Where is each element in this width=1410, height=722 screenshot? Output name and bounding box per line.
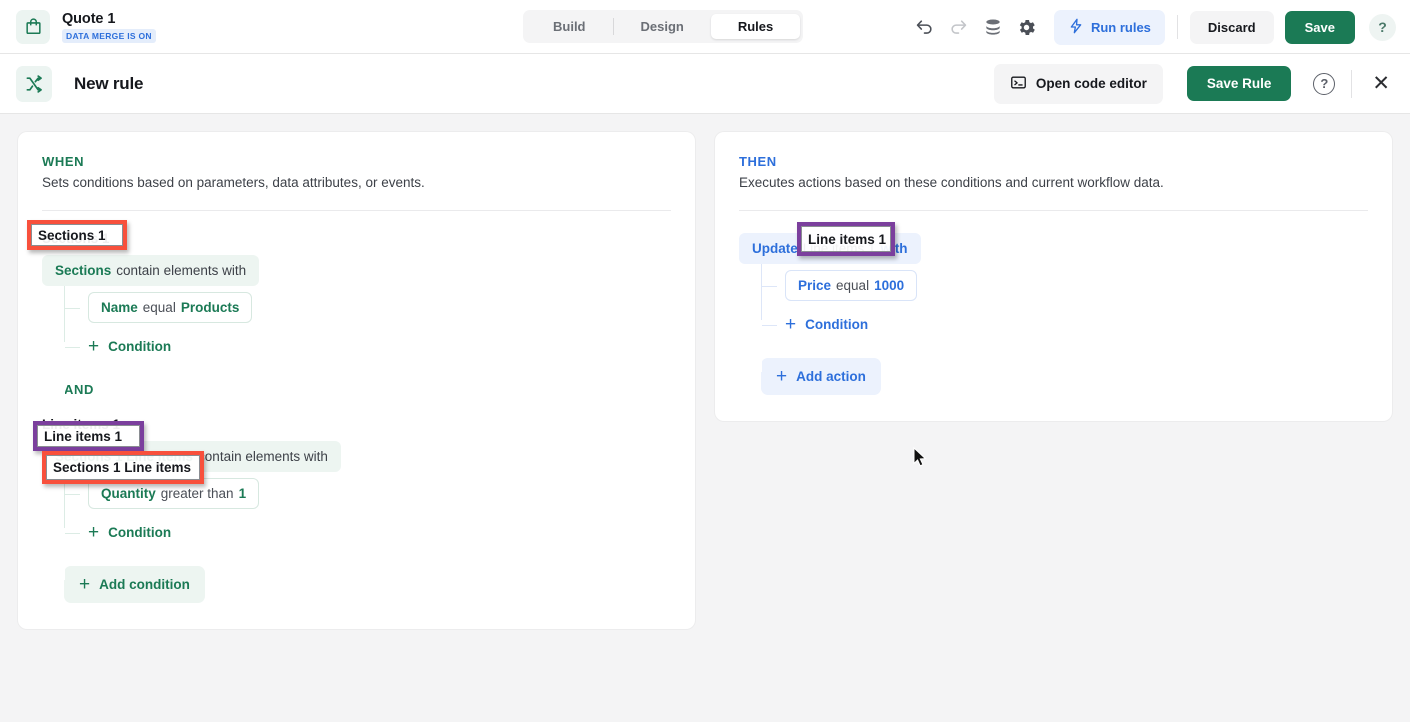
condition-chip-name[interactable]: Name equal Products: [88, 292, 252, 323]
add-condition-row-1: + Condition: [88, 329, 671, 364]
terminal-icon: [1010, 74, 1027, 94]
when-label: WHEN: [42, 154, 671, 169]
group-title-line-items-1: Line items 1: [42, 417, 120, 432]
rule-workspace: WHEN Sets conditions based on parameters…: [0, 114, 1410, 647]
open-code-editor-label: Open code editor: [1036, 76, 1147, 91]
action-operator: equal: [836, 278, 869, 293]
run-rules-button[interactable]: Run rules: [1054, 10, 1165, 45]
action-chip-price[interactable]: Price equal 1000: [785, 270, 917, 301]
condition-row: Quantity greater than 1: [88, 472, 671, 515]
condition-root-key-1: Sections: [55, 263, 111, 278]
add-action-button-label: Add action: [796, 369, 866, 384]
logical-operator-and: AND: [64, 382, 671, 397]
add-condition-button[interactable]: + Add condition: [64, 566, 205, 603]
action-group-1: Update Line items 1 with Price equal 100…: [739, 233, 1368, 395]
top-toolbar: Quote 1 DATA MERGE IS ON Build Design Ru…: [0, 0, 1410, 54]
add-condition-inline-2[interactable]: + Condition: [88, 521, 171, 544]
page-title: Quote 1: [62, 11, 156, 27]
tab-rules[interactable]: Rules: [711, 14, 800, 39]
mode-segmented-control[interactable]: Build Design Rules: [523, 10, 803, 43]
action-tree-1: Price equal 1000 + Condition: [761, 264, 1368, 342]
condition-tree-1: Name equal Products + Condition: [64, 286, 671, 364]
save-button[interactable]: Save: [1285, 11, 1355, 44]
condition-key: Name: [101, 300, 138, 315]
plus-icon: +: [79, 575, 90, 594]
add-action-condition-row: + Condition: [785, 307, 1368, 342]
plus-icon: +: [88, 523, 99, 542]
add-action-button[interactable]: + Add action: [761, 358, 881, 395]
rule-name: New rule: [74, 74, 143, 94]
data-merge-badge: DATA MERGE IS ON: [62, 29, 156, 43]
discard-button[interactable]: Discard: [1190, 11, 1274, 44]
condition-group-2: Line items 1 Sections 1 Line items conta…: [42, 397, 671, 550]
condition-root-key-2: Sections 1 Line items: [55, 449, 193, 464]
add-condition-inline-label-1: Condition: [108, 339, 171, 354]
top-toolbar-actions: Run rules Discard Save ?: [908, 0, 1396, 54]
condition-value: Products: [181, 300, 240, 315]
condition-chip-quantity[interactable]: Quantity greater than 1: [88, 478, 259, 509]
tab-build[interactable]: Build: [526, 14, 613, 39]
condition-root-chip-2[interactable]: Sections 1 Line items contain elements w…: [42, 441, 341, 472]
condition-root-rest-2: contain elements with: [198, 449, 328, 464]
condition-group-1: Sections 1 Sections contain elements wit…: [42, 211, 671, 364]
lightning-bolt-icon: [1068, 18, 1084, 37]
shopping-bag-icon: [16, 10, 50, 44]
action-root-chip[interactable]: Update Line items 1 with: [739, 233, 921, 264]
action-root-target: Line items 1: [803, 241, 876, 256]
header-divider: [1351, 70, 1352, 98]
run-rules-label: Run rules: [1091, 20, 1151, 35]
add-condition-row-2: + Condition: [88, 515, 671, 550]
action-row: Price equal 1000: [785, 264, 1368, 307]
condition-value: 1: [239, 486, 247, 501]
rule-header-bar: New rule Open code editor Save Rule ? ✕: [0, 54, 1410, 114]
condition-row: Name equal Products: [88, 286, 671, 329]
condition-operator: greater than: [161, 486, 234, 501]
add-condition-inline-1[interactable]: + Condition: [88, 335, 171, 358]
add-condition-button-label: Add condition: [99, 577, 190, 592]
rule-header-actions: Open code editor Save Rule ? ✕: [994, 64, 1394, 104]
condition-key: Quantity: [101, 486, 156, 501]
plus-icon: +: [776, 367, 787, 386]
help-button[interactable]: ?: [1369, 14, 1396, 41]
then-label: THEN: [739, 154, 1368, 169]
condition-root-rest-1: contain elements with: [116, 263, 246, 278]
condition-operator: equal: [143, 300, 176, 315]
add-condition-inline-label-2: Condition: [108, 525, 171, 540]
condition-tree-2: Quantity greater than 1 + Condition: [64, 472, 671, 550]
close-icon[interactable]: ✕: [1368, 69, 1394, 98]
add-action-condition-label: Condition: [805, 317, 868, 332]
shuffle-arrows-icon: [16, 66, 52, 102]
then-panel: THEN Executes actions based on these con…: [715, 132, 1392, 421]
group-title-sections-1: Sections 1: [42, 231, 110, 246]
undo-icon[interactable]: [908, 10, 942, 44]
when-description: Sets conditions based on parameters, dat…: [42, 175, 671, 190]
redo-icon[interactable]: [942, 10, 976, 44]
toolbar-divider: [1177, 15, 1178, 39]
gear-icon[interactable]: [1010, 10, 1044, 44]
database-icon[interactable]: [976, 10, 1010, 44]
action-value: 1000: [874, 278, 904, 293]
action-root-key: Update: [752, 241, 798, 256]
save-rule-button[interactable]: Save Rule: [1187, 66, 1292, 101]
brand-block: Quote 1 DATA MERGE IS ON: [0, 10, 156, 44]
when-panel: WHEN Sets conditions based on parameters…: [18, 132, 695, 629]
then-description: Executes actions based on these conditio…: [739, 175, 1368, 190]
plus-icon: +: [88, 337, 99, 356]
condition-root-chip-1[interactable]: Sections contain elements with: [42, 255, 259, 286]
question-circle-icon[interactable]: ?: [1313, 73, 1335, 95]
add-action-condition-inline[interactable]: + Condition: [785, 313, 868, 336]
action-key: Price: [798, 278, 831, 293]
action-root-rest: with: [881, 241, 908, 256]
tab-design[interactable]: Design: [614, 14, 711, 39]
then-divider: [739, 210, 1368, 211]
open-code-editor-button[interactable]: Open code editor: [994, 64, 1163, 104]
plus-icon: +: [785, 315, 796, 334]
